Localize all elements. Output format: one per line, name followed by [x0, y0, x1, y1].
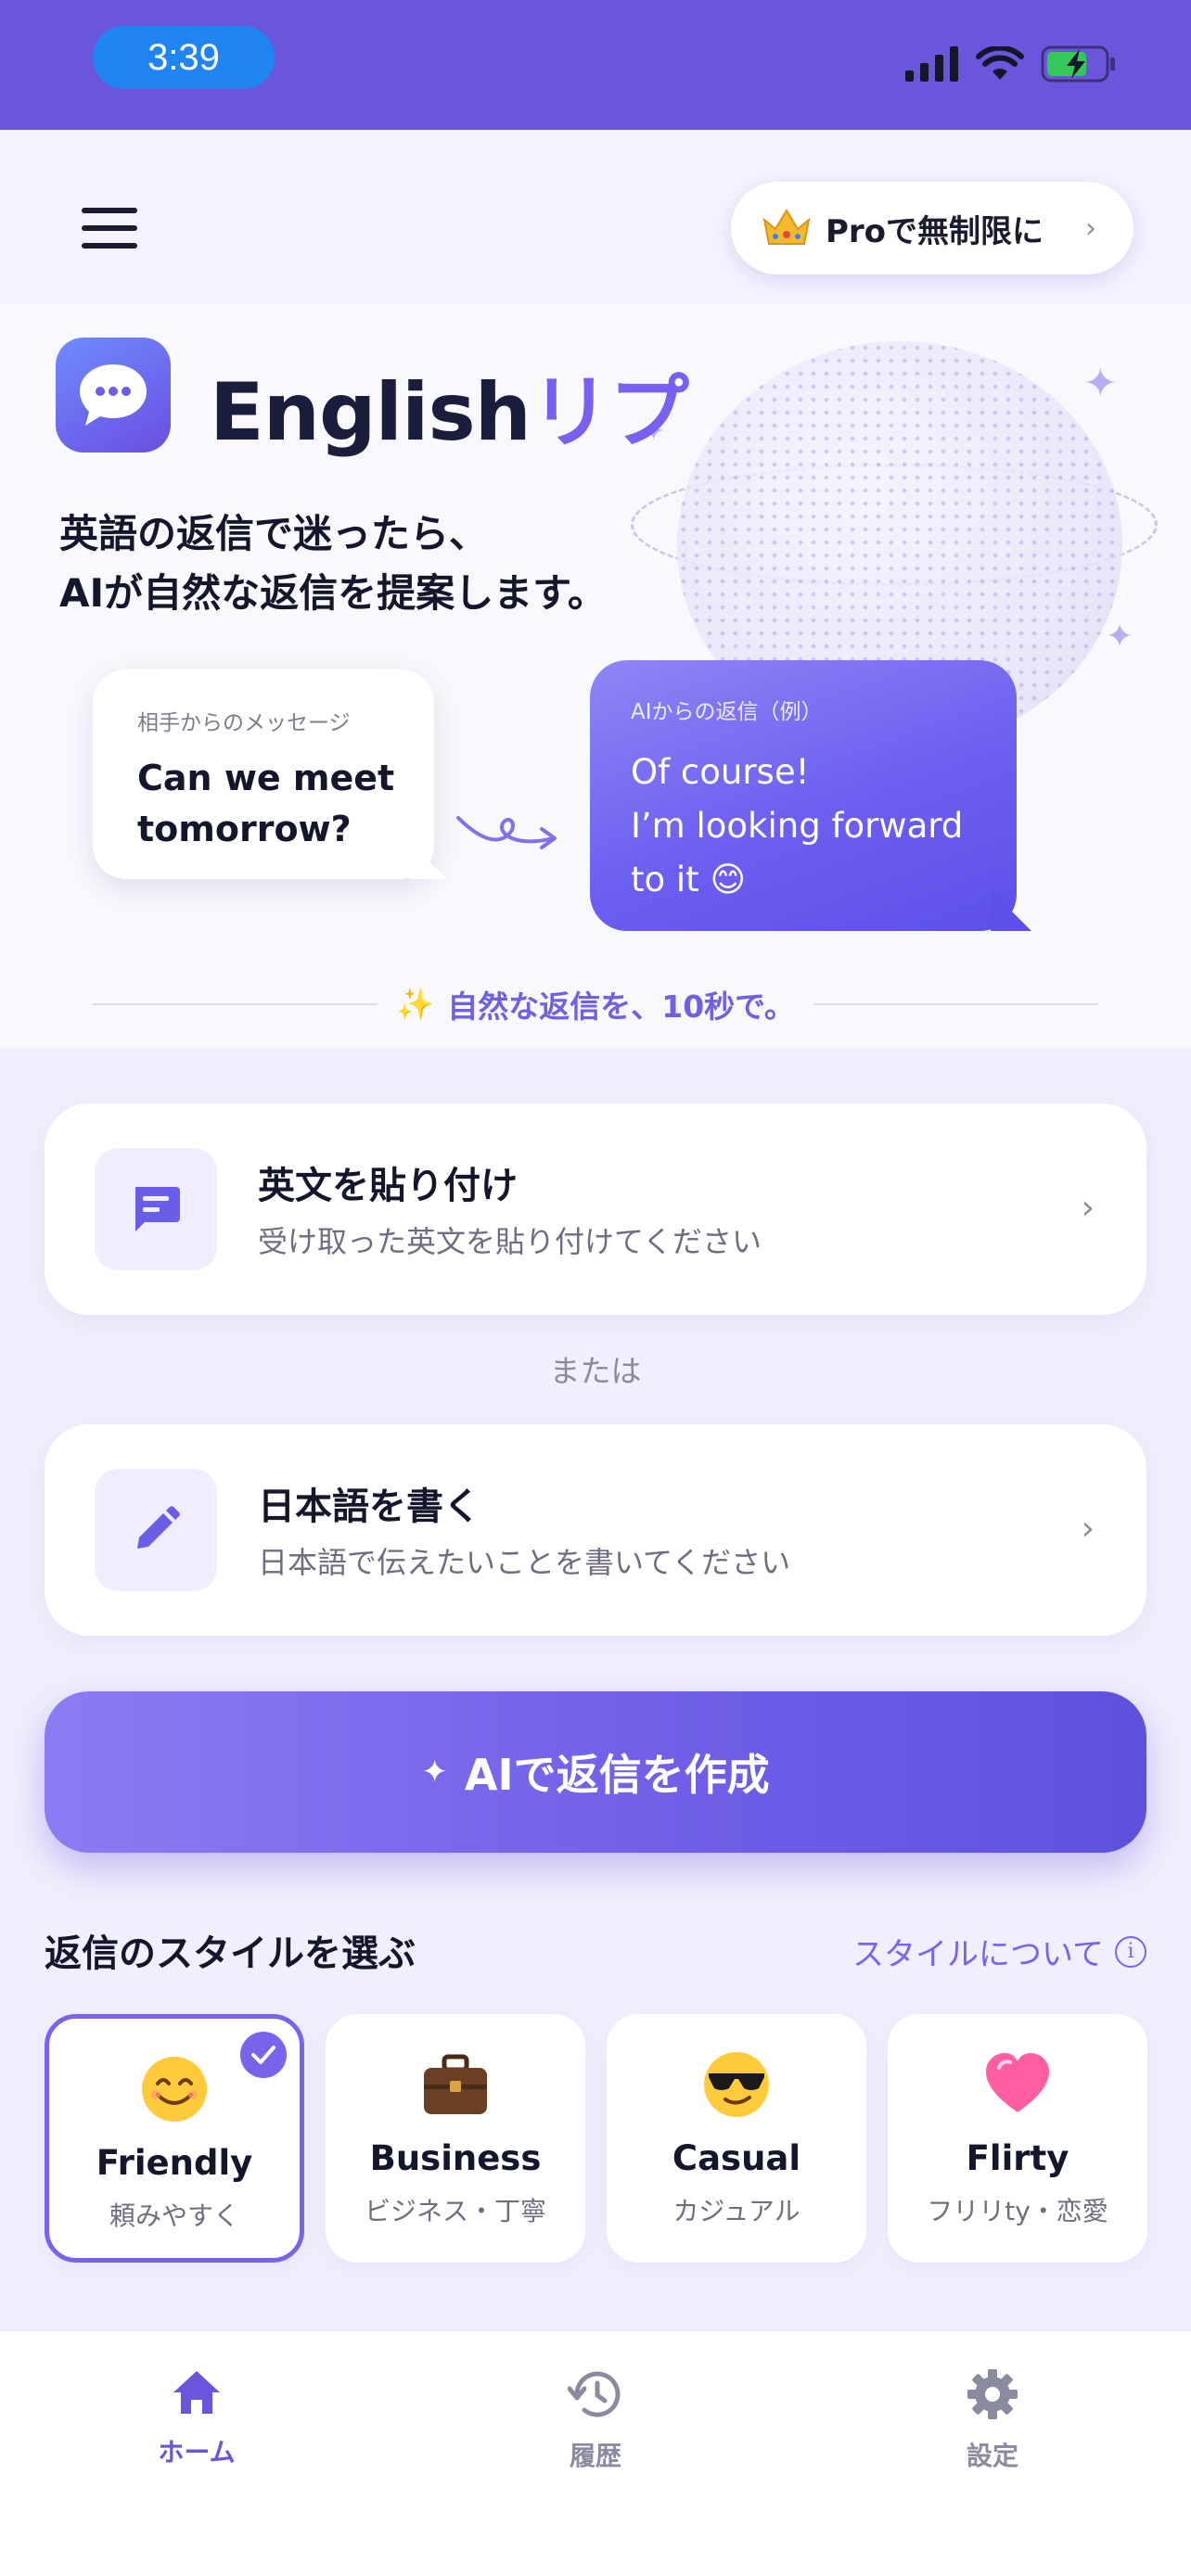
battery-charging-icon: [1041, 45, 1115, 83]
pro-upgrade-label: Proで無制限に: [826, 212, 1044, 250]
sunglasses-face-icon: [704, 2052, 769, 2117]
ai-reply-text: Of course! I’m looking forward to it 😊: [631, 746, 1017, 907]
style-section-heading: 返信のスタイルを選ぶ: [45, 1932, 416, 1975]
about-styles-link[interactable]: スタイルについて i: [852, 1929, 1146, 1974]
tab-label: 履歴: [569, 2441, 621, 2471]
ai-reply-line: Of course!: [631, 752, 810, 792]
message-icon: [95, 1148, 217, 1270]
style-option-flirty[interactable]: Flirty フリリty・恋愛: [888, 2014, 1147, 2263]
checkmark-icon: [240, 2032, 287, 2078]
create-reply-button[interactable]: ✦ AIで返信を作成: [45, 1691, 1146, 1853]
info-icon: i: [1115, 1935, 1146, 1968]
home-icon: [173, 2371, 220, 2414]
heart-icon: [986, 2053, 1049, 2112]
paste-english-title: 英文を貼り付け: [258, 1165, 518, 1207]
tab-home[interactable]: ホーム: [85, 2368, 308, 2469]
style-name: Friendly: [96, 2143, 253, 2183]
history-icon: [567, 2371, 621, 2417]
tab-label: ホーム: [158, 2437, 236, 2468]
divider-line: [93, 1003, 378, 1005]
ai-reply-bubble: AIからの返信（例） Of course! I’m looking forwar…: [590, 660, 1017, 931]
style-description: フリリty・恋愛: [927, 2196, 1108, 2226]
app-name: Englishリプ: [210, 347, 689, 463]
top-bar: Proで無制限に ›: [0, 130, 1191, 304]
ai-reply-line: to it 😊: [631, 860, 747, 899]
crown-icon: [762, 209, 811, 245]
paste-english-subtitle: 受け取った英文を貼り付けてください: [258, 1224, 762, 1259]
incoming-message-text: Can we meet tomorrow?: [137, 753, 434, 855]
app-name-english: English: [210, 366, 531, 459]
tab-history[interactable]: 履歴: [484, 2368, 707, 2473]
tab-settings[interactable]: 設定: [881, 2368, 1104, 2473]
hero-section: ✦ ✦ ✦ Englishリプ 英語の返信で迷ったら、 AIが自然な返信を提案し…: [0, 304, 1191, 1048]
ai-reply-line: I’m looking forward: [631, 806, 964, 846]
style-description: 頼みやすく: [109, 2200, 239, 2231]
tagline-line-2: AIが自然な返信を提案します。: [59, 570, 607, 616]
smiling-face-icon: [142, 2057, 207, 2122]
status-bar: 3:39: [0, 0, 1191, 130]
write-japanese-subtitle: 日本語で伝えたいことを書いてください: [258, 1545, 791, 1580]
style-description: ビジネス・丁寧: [364, 2196, 546, 2226]
incoming-message-line: tomorrow?: [137, 809, 352, 849]
style-option-casual[interactable]: Casual カジュアル: [607, 2014, 866, 2263]
speed-tagline: ✨ 自然な返信を、10秒で。: [396, 982, 795, 1027]
cellular-signal-icon: [905, 46, 958, 82]
style-option-business[interactable]: Business ビジネス・丁寧: [326, 2014, 585, 2263]
chevron-right-icon: ›: [1081, 1189, 1095, 1227]
gear-icon: [967, 2369, 1018, 2419]
sparkle-icon: ✦: [421, 1753, 448, 1791]
paste-english-card[interactable]: 英文を貼り付け 受け取った英文を貼り付けてください ›: [45, 1103, 1146, 1315]
style-option-friendly[interactable]: Friendly 頼みやすく: [45, 2014, 304, 2263]
create-reply-label: AIで返信を作成: [464, 1750, 770, 1800]
write-japanese-title: 日本語を書く: [258, 1486, 480, 1528]
hamburger-menu-icon[interactable]: [82, 208, 137, 249]
speed-tagline-text: 自然な返信を、10秒で。: [447, 988, 795, 1025]
sparkle-icon: ✦: [1083, 360, 1118, 407]
briefcase-icon: [424, 2054, 487, 2114]
incoming-message-bubble: 相手からのメッセージ Can we meet tomorrow?: [93, 670, 434, 879]
about-styles-label: スタイルについて: [852, 1936, 1104, 1973]
ai-reply-label: AIからの返信（例）: [631, 700, 823, 724]
wifi-icon: [976, 46, 1024, 80]
hero-divider: ✨ 自然な返信を、10秒で。: [93, 981, 1099, 1027]
incoming-message-line: Can we meet: [137, 758, 395, 798]
status-time: 3:39: [93, 26, 275, 89]
chevron-right-icon: ›: [1085, 211, 1096, 245]
pencil-icon: [95, 1469, 217, 1591]
style-name: Casual: [672, 2138, 801, 2178]
chevron-right-icon: ›: [1081, 1510, 1095, 1548]
incoming-message-label: 相手からのメッセージ: [137, 711, 351, 735]
hero-tagline: 英語の返信で迷ったら、 AIが自然な返信を提案します。: [59, 504, 709, 623]
app-name-rip: リプ: [530, 366, 689, 459]
tagline-line-1: 英語の返信で迷ったら、: [59, 511, 489, 556]
tab-label: 設定: [966, 2441, 1018, 2471]
app-logo-icon: [56, 338, 171, 453]
divider-line: [813, 1003, 1099, 1005]
or-separator: または: [549, 1353, 642, 1389]
bottom-tab-bar: ホーム 履歴 設定: [0, 2329, 1191, 2576]
style-description: カジュアル: [672, 2196, 800, 2226]
sparkles-icon: ✨: [396, 986, 435, 1022]
curly-arrow-icon: [456, 816, 557, 849]
write-japanese-card[interactable]: 日本語を書く 日本語で伝えたいことを書いてください ›: [45, 1424, 1146, 1636]
status-icons: [905, 41, 1117, 87]
style-name: Flirty: [966, 2138, 1069, 2178]
pro-upgrade-button[interactable]: Proで無制限に ›: [731, 182, 1133, 274]
style-name: Business: [369, 2138, 542, 2178]
sparkle-icon: ✦: [1106, 618, 1134, 656]
